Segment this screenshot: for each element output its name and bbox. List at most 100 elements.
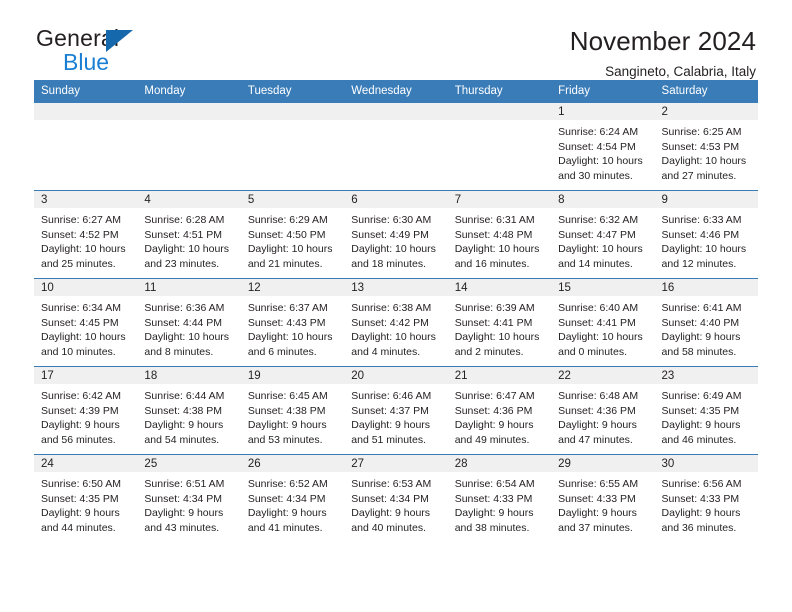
- day-details: Sunrise: 6:40 AM Sunset: 4:41 PM Daylight:…: [551, 296, 654, 366]
- day-details: Sunrise: 6:29 AM Sunset: 4:50 PM Daylight:…: [241, 208, 344, 278]
- calendar-day-cell[interactable]: 22 Sunrise: 6:48 AM Sunset: 4:36 PM Dayligh…: [551, 367, 655, 454]
- day-details: Sunrise: 6:47 AM Sunset: 4:36 PM Daylight:…: [448, 384, 551, 454]
- day-number: 8: [551, 191, 655, 208]
- calendar-day-cell[interactable]: 3 Sunrise: 6:27 AM Sunset: 4:52 PM Daylight…: [34, 191, 138, 278]
- brand-name-blue: Blue: [63, 49, 110, 75]
- calendar-day-cell[interactable]: 5 Sunrise: 6:29 AM Sunset: 4:50 PM Daylight…: [240, 191, 345, 278]
- day-detail-line: Sunset: 4:52 PM: [41, 228, 119, 241]
- title-block: November 2024 Sangineto, Calabria, Italy: [570, 26, 758, 81]
- page-header: General Blue November 2024 Sangineto, Ca…: [34, 0, 758, 79]
- day-detail-line: Sunrise: 6:27 AM: [41, 214, 121, 226]
- calendar-day-cell[interactable]: 2 Sunrise: 6:25 AM Sunset: 4:53 PM Daylight…: [654, 103, 758, 190]
- day-details: Sunrise: 6:33 AM Sunset: 4:46 PM Daylight:…: [655, 208, 758, 278]
- day-detail-line: Sunrise: 6:39 AM: [454, 302, 535, 314]
- calendar-day-cell[interactable]: 10 Sunrise: 6:34 AM Sunset: 4:45 PM Dayligh…: [34, 279, 138, 366]
- day-of-week-header-thursday: Thursday: [454, 85, 503, 97]
- calendar-day-cell[interactable]: 27 Sunrise: 6:53 AM Sunset: 4:34 PM Dayligh…: [344, 455, 448, 542]
- calendar-grid: Sunday Monday Tuesday Wednesday Thursday Frid…: [34, 80, 758, 542]
- day-detail-line: Daylight: 10 hours: [558, 331, 643, 343]
- day-detail-line: Sunset: 4:35 PM: [661, 404, 740, 417]
- day-detail-line: and 43 minutes.: [144, 521, 220, 534]
- day-number: 16: [654, 279, 758, 296]
- calendar-day-cell[interactable]: 8 Sunrise: 6:32 AM Sunset: 4:47 PM Daylight…: [551, 191, 655, 278]
- day-detail-line: Sunset: 4:33 PM: [661, 492, 740, 505]
- calendar-week-row: 10 Sunrise: 6:34 AM Sunset: 4:45 PM Dayligh…: [34, 278, 758, 366]
- day-number: 17: [34, 367, 138, 384]
- day-detail-line: Daylight: 10 hours: [247, 331, 333, 343]
- day-detail-line: and 16 minutes.: [454, 257, 530, 270]
- day-detail-line: Sunset: 4:46 PM: [661, 228, 740, 241]
- calendar-week-row: 1 Sunrise: 6:24 AM Sunset: 4:54 PM Daylight…: [34, 103, 758, 190]
- calendar-day-cell[interactable]: 25 Sunrise: 6:51 AM Sunset: 4:34 PM Dayligh…: [137, 455, 241, 542]
- calendar-day-cell[interactable]: 15 Sunrise: 6:40 AM Sunset: 4:41 PM Dayligh…: [551, 279, 655, 366]
- calendar-day-cell[interactable]: 1 Sunrise: 6:24 AM Sunset: 4:54 PM Daylight…: [551, 103, 655, 190]
- day-number: [240, 103, 345, 120]
- day-number: [447, 103, 552, 120]
- calendar-weeks: 1 Sunrise: 6:24 AM Sunset: 4:54 PM Daylight…: [34, 103, 758, 542]
- day-number: 25: [137, 455, 241, 472]
- day-details: Sunrise: 6:34 AM Sunset: 4:45 PM Daylight:…: [34, 296, 137, 366]
- calendar-day-cell[interactable]: 6 Sunrise: 6:30 AM Sunset: 4:49 PM Daylight…: [344, 191, 448, 278]
- calendar-week-row: 17 Sunrise: 6:42 AM Sunset: 4:39 PM Dayligh…: [34, 366, 758, 454]
- calendar-day-cell[interactable]: 21 Sunrise: 6:47 AM Sunset: 4:36 PM Dayligh…: [447, 367, 552, 454]
- calendar-day-cell[interactable]: 19 Sunrise: 6:45 AM Sunset: 4:38 PM Dayligh…: [240, 367, 345, 454]
- calendar-day-cell[interactable]: 9 Sunrise: 6:33 AM Sunset: 4:46 PM Daylight…: [654, 191, 758, 278]
- calendar-day-cell[interactable]: 17 Sunrise: 6:42 AM Sunset: 4:39 PM Dayligh…: [34, 367, 138, 454]
- day-detail-line: Sunset: 4:53 PM: [661, 140, 740, 153]
- calendar-day-cell[interactable]: 24 Sunrise: 6:50 AM Sunset: 4:35 PM Dayligh…: [34, 455, 138, 542]
- calendar-day-cell[interactable]: 29 Sunrise: 6:55 AM Sunset: 4:33 PM Dayligh…: [551, 455, 655, 542]
- day-detail-line: Daylight: 10 hours: [144, 243, 230, 255]
- day-of-week-header-tuesday: Tuesday: [247, 85, 292, 97]
- calendar-day-cell[interactable]: 20 Sunrise: 6:46 AM Sunset: 4:37 PM Dayligh…: [344, 367, 448, 454]
- day-detail-line: Sunrise: 6:33 AM: [661, 214, 742, 226]
- calendar-day-cell[interactable]: 23 Sunrise: 6:49 AM Sunset: 4:35 PM Dayligh…: [654, 367, 758, 454]
- brand-logo[interactable]: General Blue: [34, 26, 196, 75]
- day-detail-line: and 18 minutes.: [351, 257, 426, 270]
- day-details: Sunrise: 6:38 AM Sunset: 4:42 PM Daylight:…: [344, 296, 447, 366]
- day-detail-line: and 53 minutes.: [247, 433, 323, 446]
- calendar-day-cell-empty: [447, 103, 552, 190]
- day-detail-line: Daylight: 10 hours: [247, 243, 333, 255]
- day-detail-line: Sunrise: 6:32 AM: [558, 214, 639, 226]
- day-detail-line: and 25 minutes.: [41, 257, 116, 270]
- day-detail-line: Sunset: 4:34 PM: [247, 492, 326, 505]
- day-detail-line: Daylight: 9 hours: [351, 507, 431, 519]
- calendar-day-cell[interactable]: 12 Sunrise: 6:37 AM Sunset: 4:43 PM Dayligh…: [240, 279, 345, 366]
- day-details: Sunrise: 6:49 AM Sunset: 4:35 PM Daylight:…: [655, 384, 758, 454]
- day-detail-line: Daylight: 10 hours: [454, 331, 540, 343]
- calendar-day-cell[interactable]: 4 Sunrise: 6:28 AM Sunset: 4:51 PM Daylight…: [137, 191, 241, 278]
- calendar-day-cell[interactable]: 30 Sunrise: 6:56 AM Sunset: 4:33 PM Dayligh…: [654, 455, 758, 542]
- day-detail-line: and 23 minutes.: [144, 257, 220, 270]
- day-number: 14: [447, 279, 552, 296]
- day-detail-line: Daylight: 9 hours: [661, 331, 741, 343]
- day-number: 5: [240, 191, 345, 208]
- day-details: Sunrise: 6:48 AM Sunset: 4:36 PM Daylight:…: [551, 384, 654, 454]
- day-detail-line: Daylight: 9 hours: [558, 419, 637, 431]
- day-details: Sunrise: 6:27 AM Sunset: 4:52 PM Daylight:…: [34, 208, 137, 278]
- calendar-day-cell[interactable]: 18 Sunrise: 6:44 AM Sunset: 4:38 PM Dayligh…: [137, 367, 241, 454]
- calendar-day-cell[interactable]: 11 Sunrise: 6:36 AM Sunset: 4:44 PM Dayligh…: [137, 279, 241, 366]
- calendar-day-cell[interactable]: 14 Sunrise: 6:39 AM Sunset: 4:41 PM Dayligh…: [447, 279, 552, 366]
- calendar-day-cell[interactable]: 28 Sunrise: 6:54 AM Sunset: 4:33 PM Dayligh…: [447, 455, 552, 542]
- day-detail-line: and 54 minutes.: [144, 433, 220, 446]
- day-detail-line: Daylight: 9 hours: [454, 419, 534, 431]
- day-details: Sunrise: 6:51 AM Sunset: 4:34 PM Daylight:…: [137, 472, 240, 542]
- day-detail-line: Sunset: 4:44 PM: [144, 316, 223, 329]
- day-detail-line: Daylight: 10 hours: [661, 243, 747, 255]
- day-details: Sunrise: 6:56 AM Sunset: 4:33 PM Daylight:…: [655, 472, 758, 542]
- day-detail-line: Daylight: 9 hours: [558, 507, 637, 519]
- day-details: [344, 120, 447, 190]
- day-number: 20: [344, 367, 448, 384]
- day-of-week-header-saturday: Saturday: [661, 85, 708, 97]
- day-detail-line: Sunrise: 6:34 AM: [41, 302, 121, 314]
- calendar-day-cell[interactable]: 7 Sunrise: 6:31 AM Sunset: 4:48 PM Daylight…: [447, 191, 552, 278]
- day-details: [137, 120, 240, 190]
- day-details: Sunrise: 6:39 AM Sunset: 4:41 PM Daylight:…: [448, 296, 551, 366]
- calendar-day-cell[interactable]: 13 Sunrise: 6:38 AM Sunset: 4:42 PM Dayligh…: [344, 279, 448, 366]
- calendar-day-cell[interactable]: 16 Sunrise: 6:41 AM Sunset: 4:40 PM Dayligh…: [654, 279, 758, 366]
- page-title: November 2024: [569, 26, 756, 56]
- day-detail-line: Daylight: 10 hours: [661, 155, 747, 167]
- day-detail-line: and 36 minutes.: [661, 521, 737, 534]
- calendar-day-cell[interactable]: 26 Sunrise: 6:52 AM Sunset: 4:34 PM Dayligh…: [240, 455, 345, 542]
- day-detail-line: Sunset: 4:40 PM: [661, 316, 740, 329]
